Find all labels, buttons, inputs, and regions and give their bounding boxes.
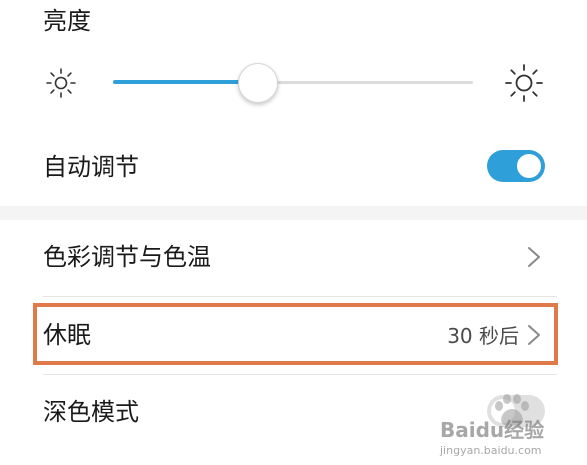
slider-fill — [113, 80, 257, 84]
auto-adjust-label: 自动调节 — [43, 153, 139, 181]
section-separator — [0, 206, 587, 220]
auto-adjust-toggle[interactable] — [487, 150, 545, 182]
brightness-title: 亮度 — [43, 7, 91, 35]
sun-small-icon — [46, 68, 76, 98]
color-temp-label: 色彩调节与色温 — [43, 243, 211, 271]
row-divider — [43, 374, 557, 375]
sun-large-icon — [505, 64, 543, 102]
watermark-brand: Baidu经验 — [440, 418, 545, 442]
toggle-knob — [517, 154, 541, 178]
dark-mode-label: 深色模式 — [43, 398, 139, 426]
watermark-url: jingyan.baidu.com — [440, 444, 542, 457]
slider-thumb[interactable] — [238, 63, 278, 103]
chevron-right-icon — [528, 247, 540, 267]
brightness-slider[interactable] — [113, 63, 473, 103]
display-settings-screen: 亮度 自动调节 色彩调节与色温 休眠 30 秒后 深色模式 Baidu经验 ji… — [0, 0, 587, 465]
highlight-box — [33, 303, 558, 365]
